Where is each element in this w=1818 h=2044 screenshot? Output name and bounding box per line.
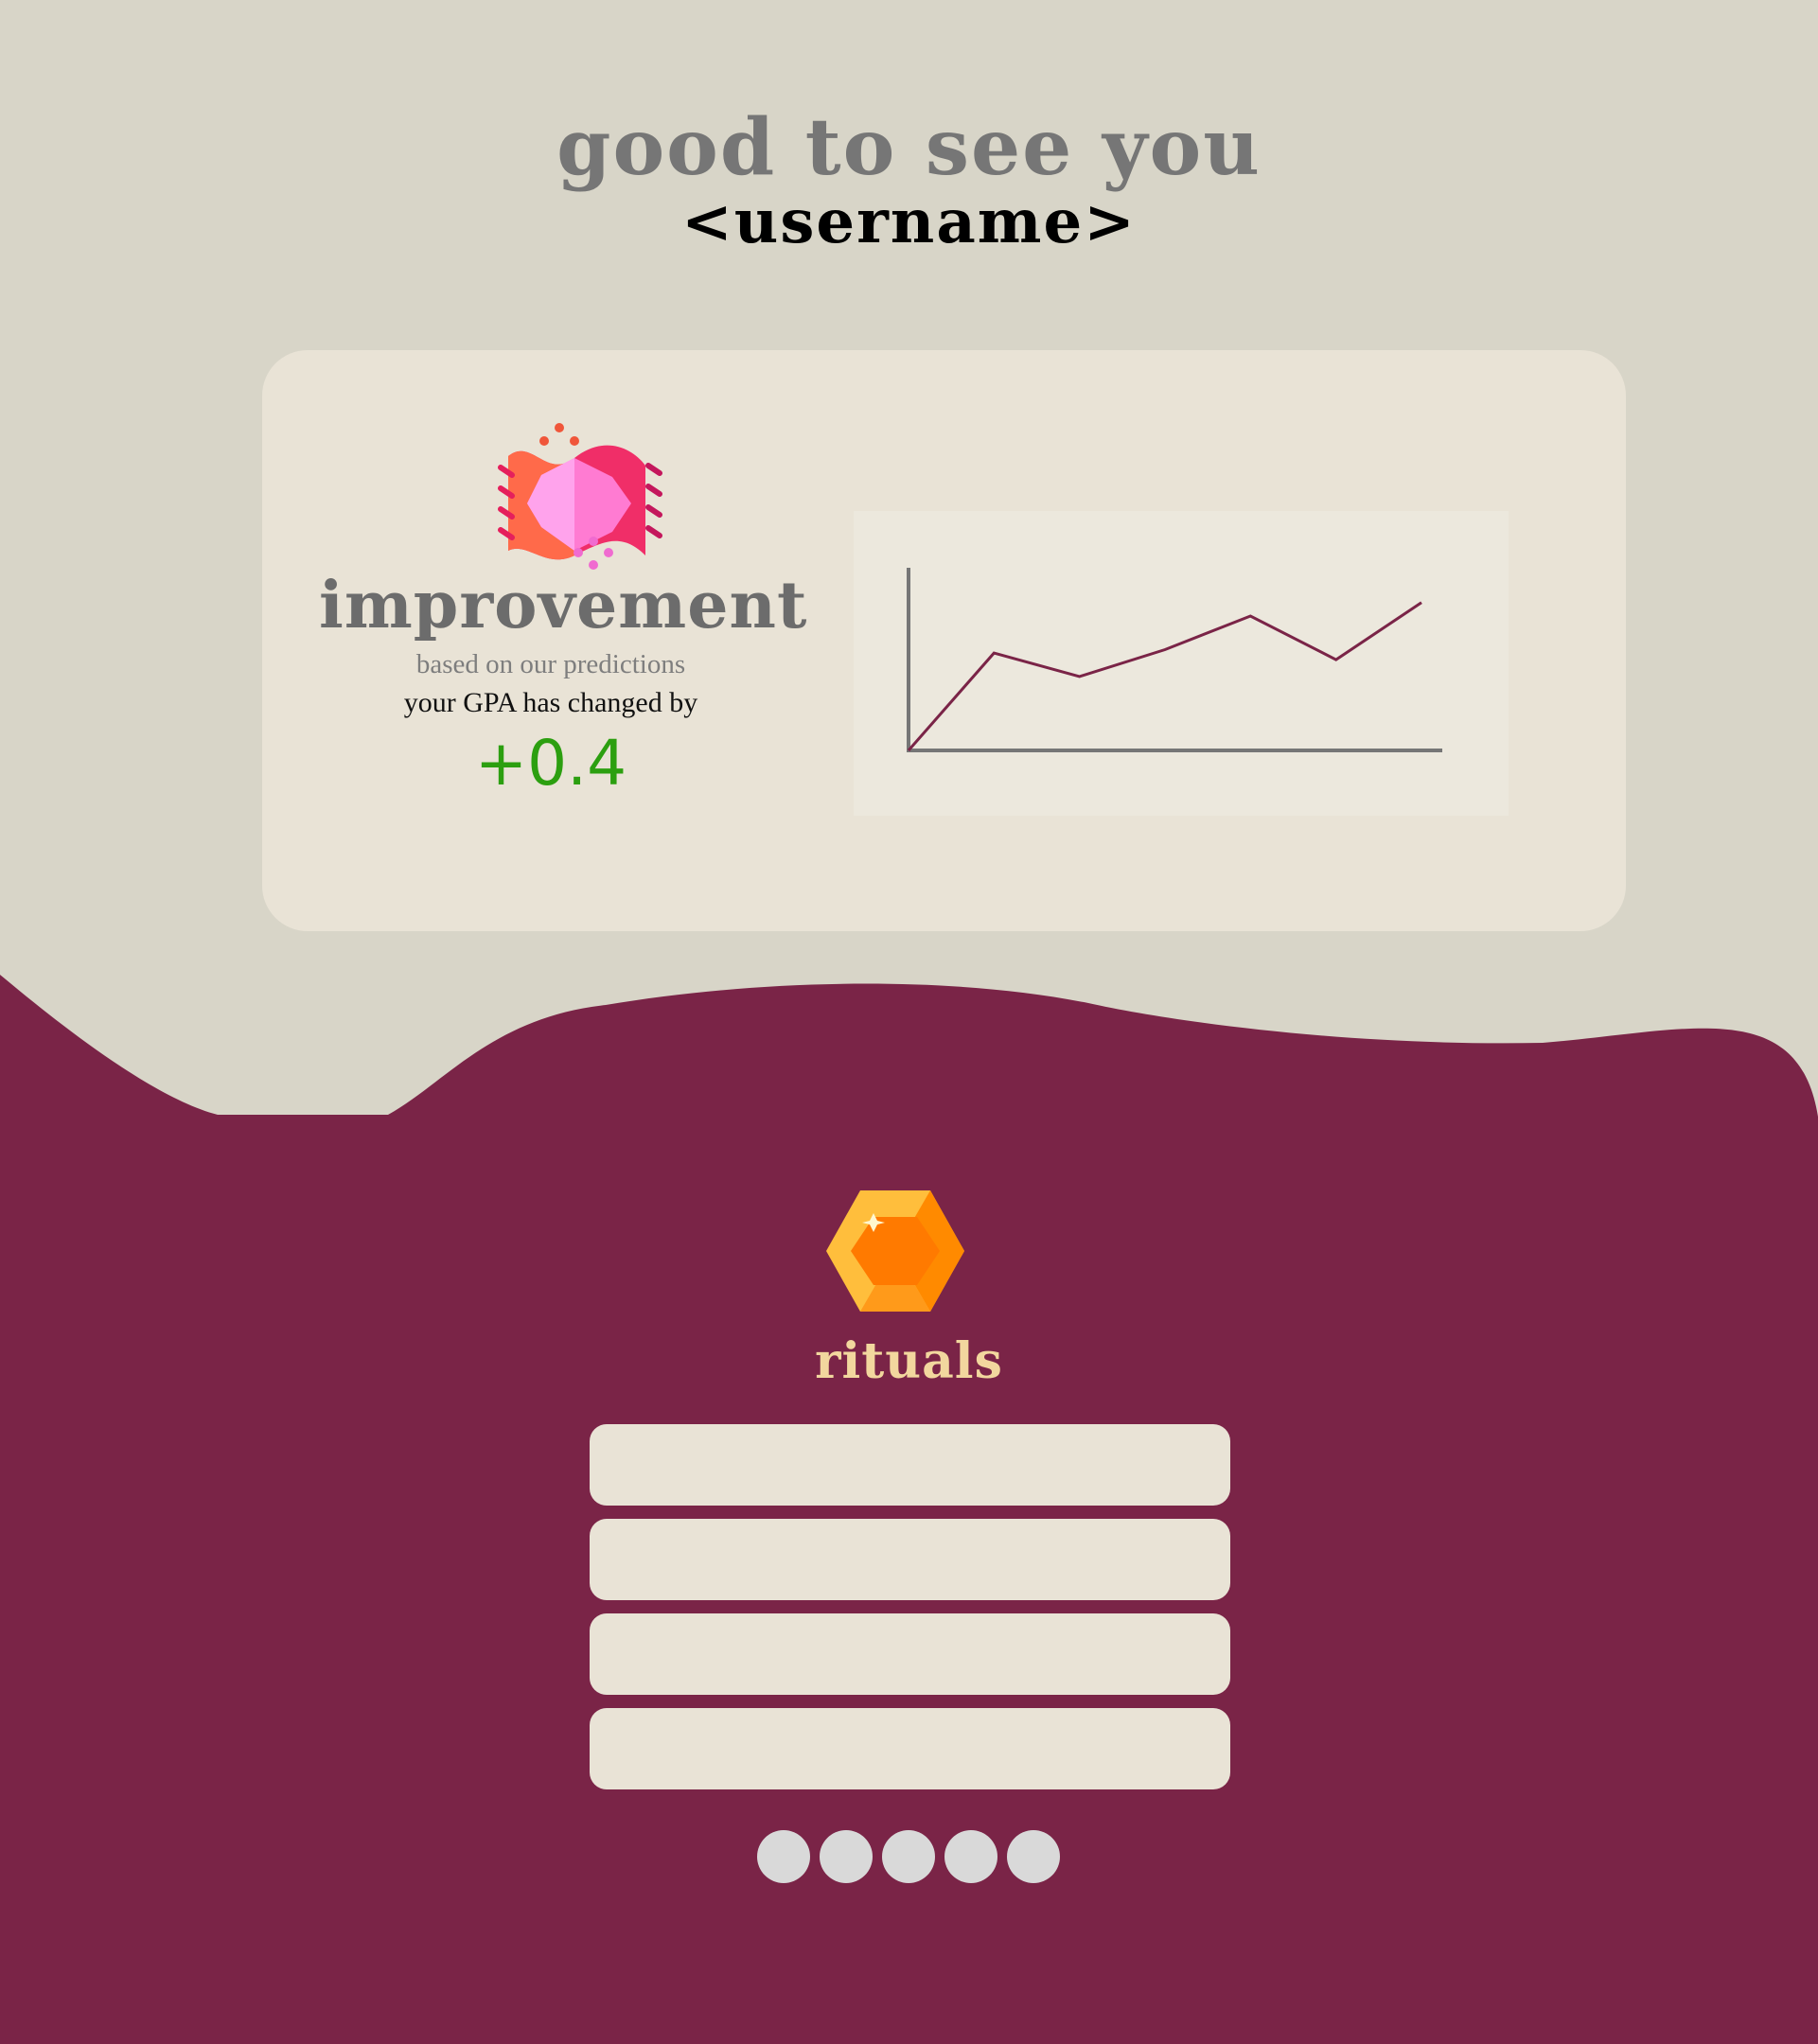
gpa-trend-chart <box>854 511 1509 816</box>
series-line <box>907 601 1422 751</box>
improvement-description: your GPA has changed by <box>403 687 698 718</box>
ritual-list <box>590 1424 1230 1803</box>
pagination-dot-3[interactable] <box>882 1830 935 1883</box>
username-text: <username> <box>681 186 1137 257</box>
improvement-title: improvement <box>319 568 808 643</box>
ritual-item[interactable] <box>590 1708 1230 1789</box>
pagination-dot-2[interactable] <box>820 1830 873 1883</box>
gpa-change-value: +0.4 <box>474 727 627 800</box>
series-points <box>908 602 1422 751</box>
pagination-dot-4[interactable] <box>944 1830 997 1883</box>
improvement-scroll-icon <box>498 423 662 570</box>
gem-icon <box>826 1190 964 1312</box>
greeting-text: good to see you <box>556 102 1262 193</box>
ritual-item[interactable] <box>590 1424 1230 1506</box>
greeting-header: good to see you <username> <box>0 104 1818 254</box>
ritual-item[interactable] <box>590 1613 1230 1695</box>
ritual-item[interactable] <box>590 1519 1230 1600</box>
pagination-dot-5[interactable] <box>1007 1830 1060 1883</box>
pagination-dots <box>757 1830 1060 1883</box>
improvement-card: improvement based on our predictions you… <box>262 350 1626 931</box>
rituals-title: rituals <box>815 1332 1003 1390</box>
improvement-subtitle: based on our predictions <box>415 649 686 679</box>
pagination-dot-1[interactable] <box>757 1830 810 1883</box>
chart-svg <box>907 568 1442 752</box>
